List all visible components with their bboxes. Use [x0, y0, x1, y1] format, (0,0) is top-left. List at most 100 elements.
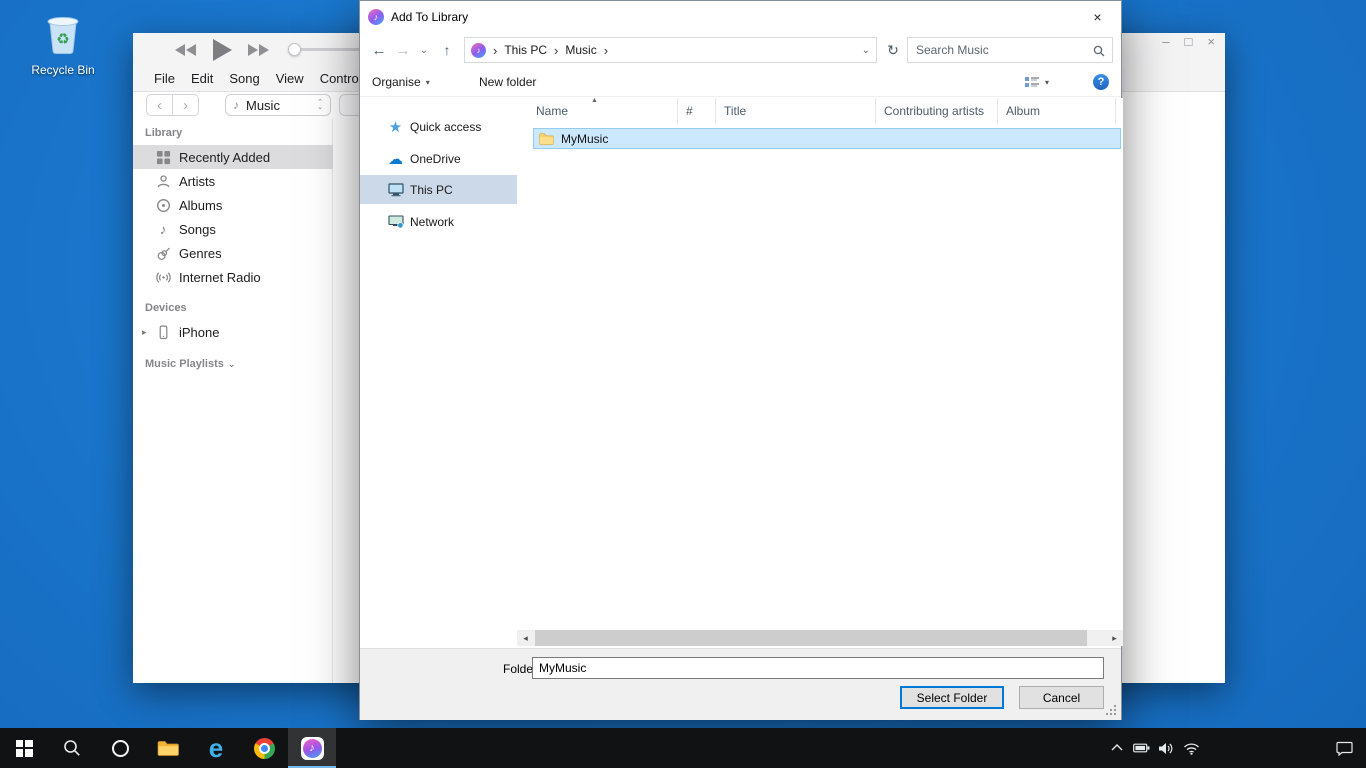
- nav-item-onedrive[interactable]: ☁ OneDrive: [360, 144, 517, 173]
- edge-browser-button[interactable]: e: [192, 728, 240, 768]
- network-tray-button[interactable]: [1179, 728, 1204, 768]
- file-explorer-button[interactable]: [144, 728, 192, 768]
- sidebar-item-recently-added[interactable]: Recently Added: [133, 145, 333, 169]
- sidebar-item-albums[interactable]: Albums: [133, 193, 333, 217]
- chrome-browser-button[interactable]: [240, 728, 288, 768]
- list-view-icon: [1024, 75, 1040, 89]
- edge-icon: e: [209, 735, 223, 761]
- show-hidden-icons-button[interactable]: [1104, 728, 1129, 768]
- recent-locations-chevron[interactable]: ⌄: [416, 37, 432, 63]
- column-header-album[interactable]: Album: [998, 98, 1116, 123]
- volume-tray-button[interactable]: [1154, 728, 1179, 768]
- devices-section-header: Devices: [145, 302, 187, 314]
- resize-grip[interactable]: [1106, 705, 1118, 717]
- action-center-icon: [1336, 741, 1353, 756]
- sidebar-item-label: Recently Added: [179, 150, 270, 165]
- sidebar-item-label: Artists: [179, 174, 215, 189]
- address-bar[interactable]: ♪ › This PC › Music › ⌄: [464, 37, 877, 63]
- volume-knob[interactable]: [288, 43, 301, 56]
- playlists-section-header[interactable]: Music Playlists ⌄: [145, 358, 235, 370]
- breadcrumb-separator-icon[interactable]: ›: [604, 43, 608, 58]
- file-explorer-icon: [157, 740, 179, 757]
- column-header-contributing-artists[interactable]: Contributing artists: [876, 98, 998, 123]
- itunes-window-controls: – □ ×: [1162, 34, 1215, 49]
- help-button[interactable]: ?: [1093, 74, 1109, 90]
- sidebar-item-label: Albums: [179, 198, 222, 213]
- recycle-bin-label: Recycle Bin: [26, 63, 100, 77]
- fast-forward-icon: [247, 43, 271, 57]
- refresh-button[interactable]: ↻: [881, 37, 905, 63]
- back-button[interactable]: ←: [366, 37, 392, 63]
- music-note-icon: ♪: [233, 98, 239, 112]
- itunes-taskbar-button[interactable]: ♪: [288, 728, 336, 768]
- menu-edit[interactable]: Edit: [191, 71, 213, 86]
- play-button[interactable]: [211, 38, 233, 62]
- rewind-button[interactable]: [173, 43, 197, 57]
- dialog-titlebar: ♪ Add To Library: [360, 1, 1121, 32]
- iphone-icon: [155, 325, 171, 340]
- windows-logo-icon: [16, 740, 33, 757]
- scroll-left-button[interactable]: ◂: [517, 630, 534, 646]
- cortana-button[interactable]: [96, 728, 144, 768]
- sidebar-item-internet-radio[interactable]: Internet Radio: [133, 265, 333, 289]
- breadcrumb-separator-icon: ›: [493, 43, 497, 58]
- disclosure-triangle-icon[interactable]: ▸: [142, 327, 147, 338]
- sidebar-item-iphone[interactable]: ▸ iPhone: [133, 320, 333, 344]
- menu-file[interactable]: File: [154, 71, 175, 86]
- fast-forward-button[interactable]: [247, 43, 271, 57]
- sidebar-item-genres[interactable]: Genres: [133, 241, 333, 265]
- view-mode-button[interactable]: ▾: [1024, 67, 1049, 97]
- action-center-button[interactable]: [1322, 728, 1366, 768]
- folder-name-input[interactable]: [532, 657, 1104, 679]
- file-row-mymusic[interactable]: MyMusic: [533, 128, 1121, 149]
- volume-slider[interactable]: [290, 48, 362, 51]
- dialog-toolbar: Organise ▾ New folder ▾ ?: [360, 67, 1121, 97]
- breadcrumb-this-pc[interactable]: This PC: [504, 43, 547, 57]
- scrollbar-thumb[interactable]: [535, 630, 1087, 646]
- address-dropdown-chevron[interactable]: ⌄: [862, 45, 870, 56]
- sidebar-item-label: Internet Radio: [179, 270, 261, 285]
- sidebar-item-songs[interactable]: ♪ Songs: [133, 217, 333, 241]
- file-name: MyMusic: [561, 132, 608, 146]
- speaker-icon: [1159, 742, 1174, 755]
- breadcrumb-music[interactable]: Music: [565, 43, 596, 57]
- media-kind-dropdown[interactable]: ♪ Music ⌃⌄: [225, 94, 331, 116]
- file-list: ▲ Name # Title Contributing artists Albu…: [517, 98, 1123, 630]
- new-folder-button[interactable]: New folder: [479, 67, 536, 97]
- itunes-forward-button[interactable]: ›: [172, 94, 199, 116]
- dialog-close-button[interactable]: ×: [1075, 2, 1120, 31]
- close-button[interactable]: ×: [1207, 34, 1215, 49]
- recycle-bin-shortcut[interactable]: ♻ Recycle Bin: [26, 8, 100, 77]
- nav-item-this-pc[interactable]: This PC: [360, 175, 517, 204]
- column-header-number[interactable]: #: [678, 98, 716, 123]
- taskbar-search-button[interactable]: [48, 728, 96, 768]
- minimize-button[interactable]: –: [1162, 34, 1169, 49]
- music-note-icon: ♪: [155, 221, 171, 237]
- organise-menu-button[interactable]: Organise ▾: [372, 67, 430, 97]
- select-folder-button[interactable]: Select Folder: [900, 686, 1004, 709]
- radio-broadcast-icon: [155, 270, 171, 285]
- taskbar: e ♪: [0, 728, 1366, 768]
- location-music-icon: ♪: [471, 43, 486, 58]
- sidebar-item-label: iPhone: [179, 325, 219, 340]
- menu-view[interactable]: View: [276, 71, 304, 86]
- cancel-button[interactable]: Cancel: [1019, 686, 1104, 709]
- column-header-title[interactable]: Title: [716, 98, 876, 123]
- up-one-level-button[interactable]: ↑: [436, 37, 458, 63]
- sidebar-item-artists[interactable]: Artists: [133, 169, 333, 193]
- nav-item-network[interactable]: Network: [360, 207, 517, 236]
- album-icon: [155, 198, 171, 213]
- breadcrumb-separator-icon[interactable]: ›: [554, 43, 558, 58]
- nav-item-quick-access[interactable]: ★ Quick access: [360, 112, 517, 141]
- battery-tray-button[interactable]: [1129, 728, 1154, 768]
- search-input[interactable]: [908, 38, 1112, 62]
- scroll-right-button[interactable]: ▸: [1106, 630, 1123, 646]
- horizontal-scrollbar[interactable]: ◂ ▸: [517, 630, 1123, 646]
- maximize-button[interactable]: □: [1185, 34, 1193, 49]
- cortana-icon: [112, 740, 129, 757]
- forward-button[interactable]: →: [392, 37, 414, 63]
- itunes-back-button[interactable]: ‹: [146, 94, 173, 116]
- start-button[interactable]: [0, 728, 48, 768]
- folder-icon: [539, 133, 554, 145]
- menu-song[interactable]: Song: [229, 71, 259, 86]
